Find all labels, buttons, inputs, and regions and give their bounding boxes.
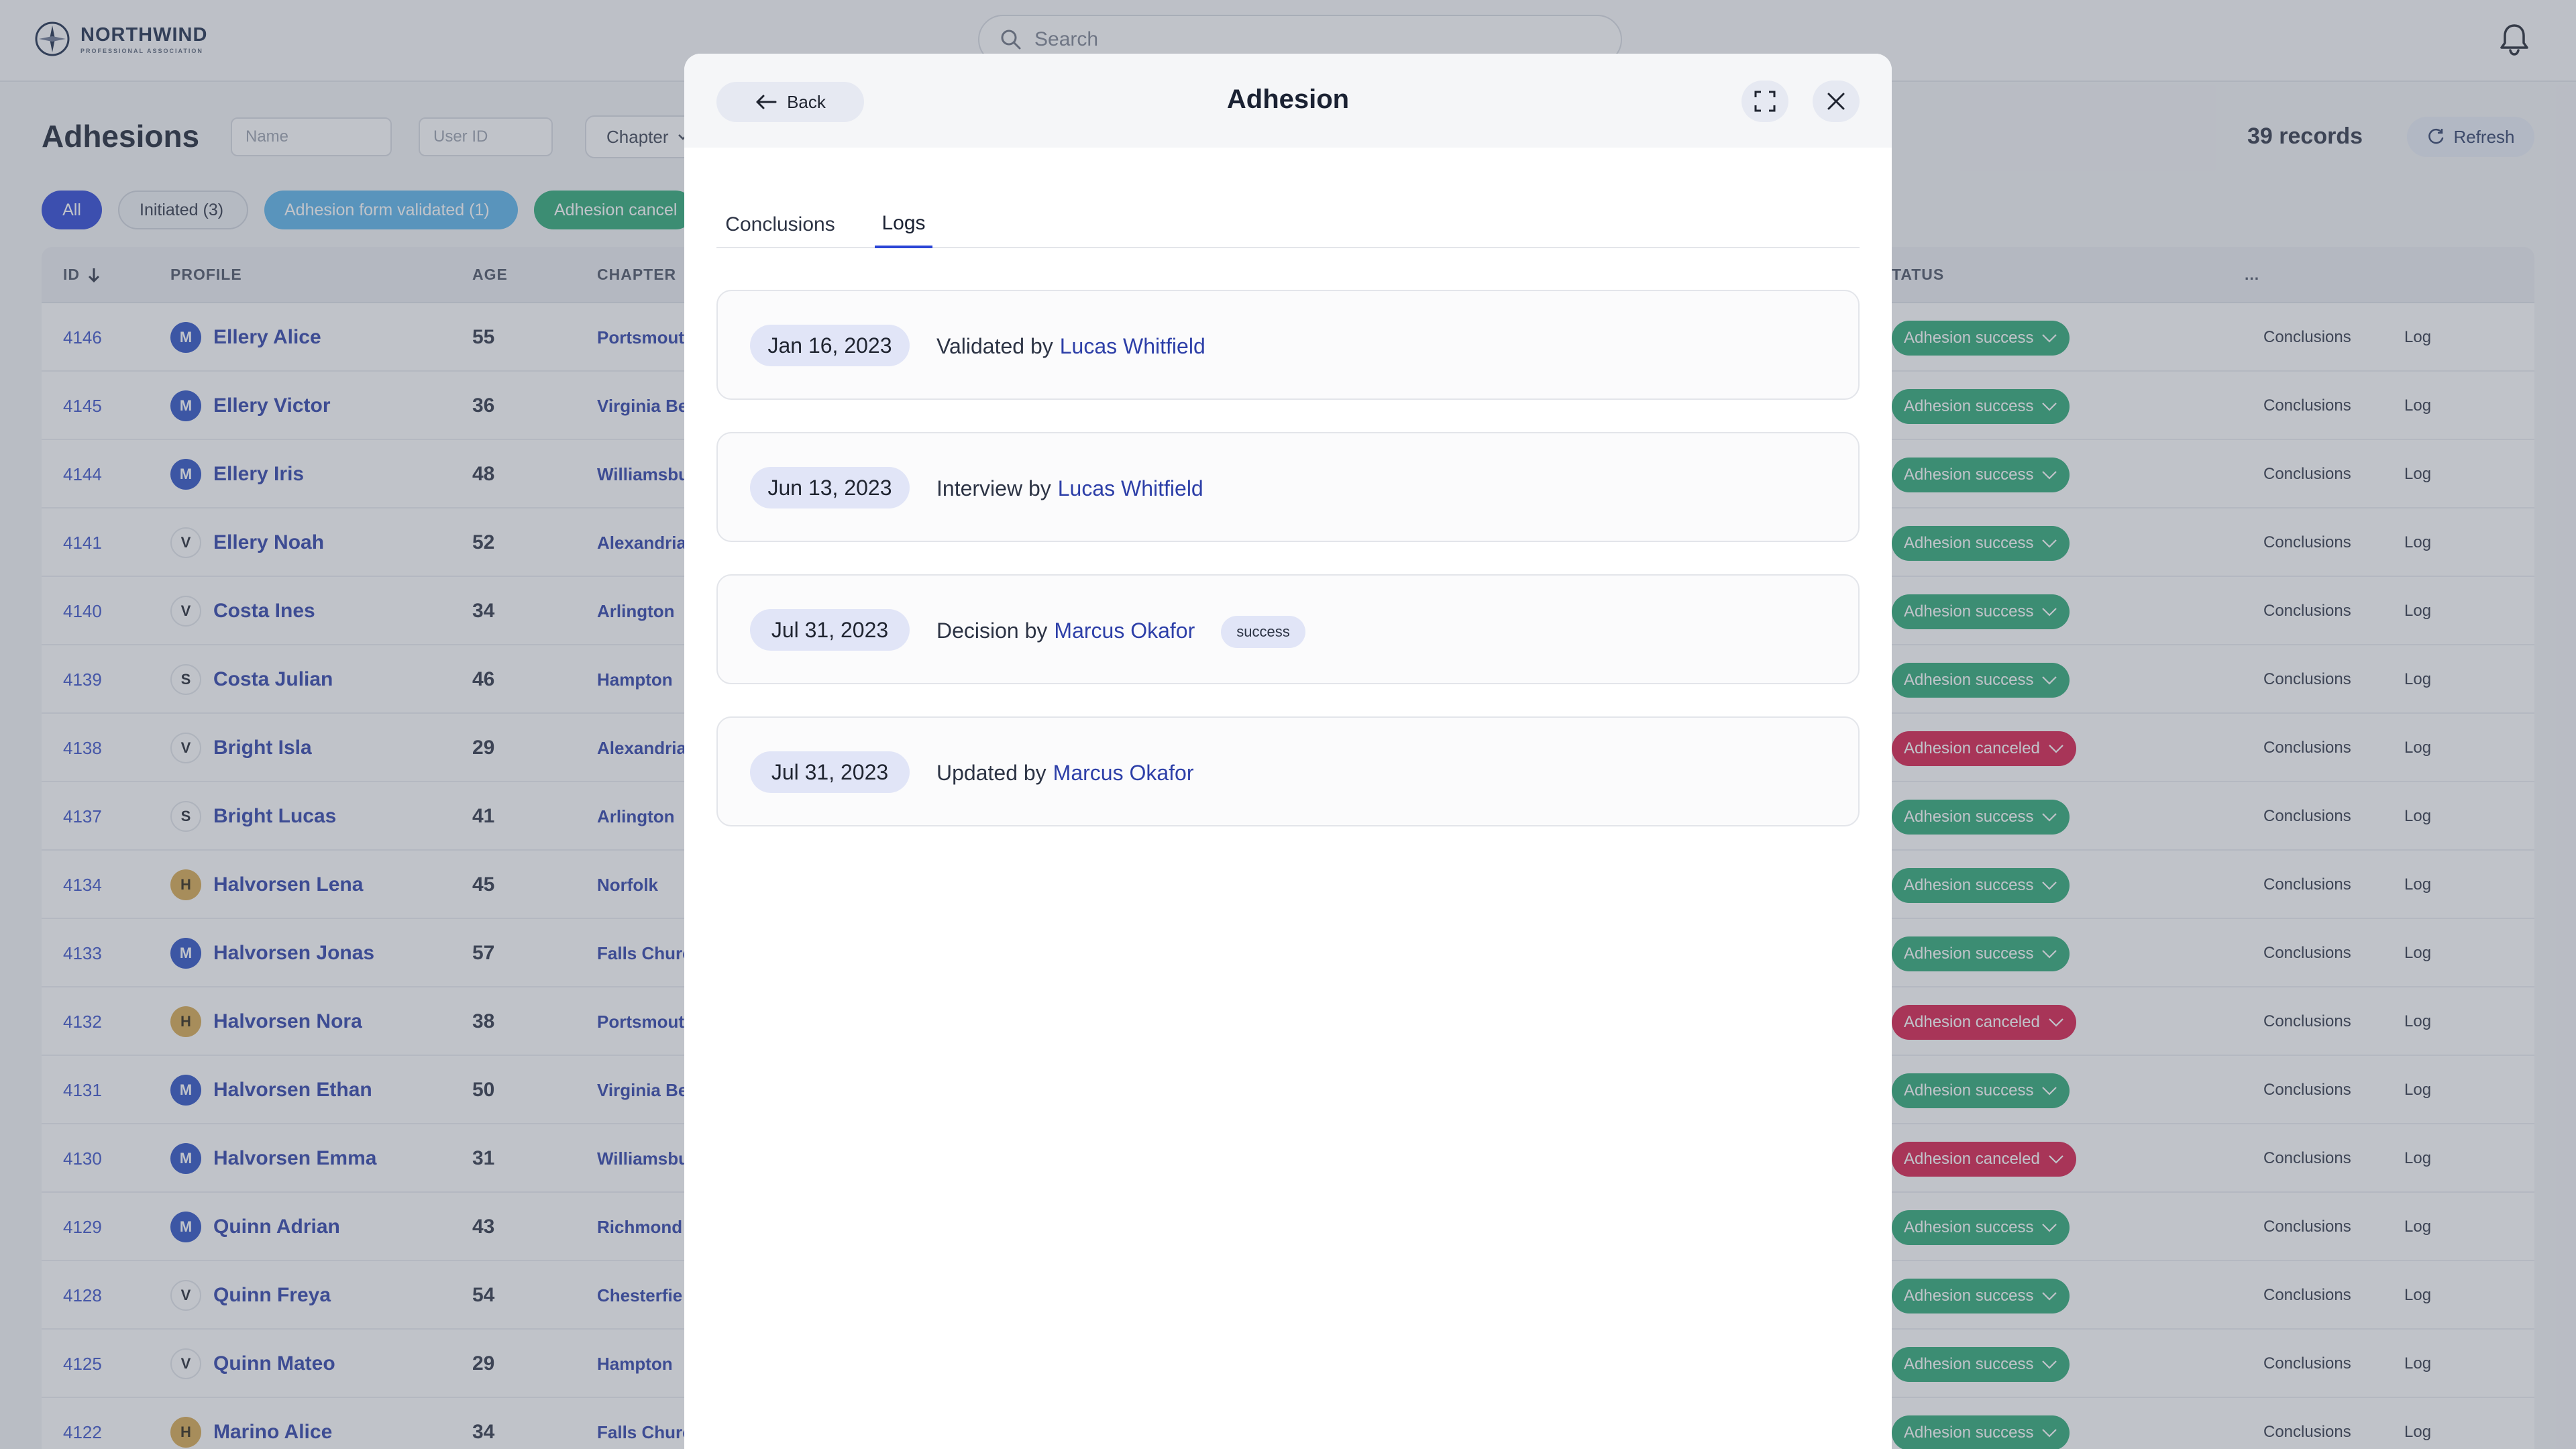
- log-user-link[interactable]: Lucas Whitfield: [1058, 476, 1203, 501]
- expand-icon: [1754, 91, 1776, 112]
- log-user-link[interactable]: Marcus Okafor: [1054, 619, 1195, 643]
- log-entry: Jul 31, 2023 Decision by Marcus Okafor succ…: [716, 574, 1860, 684]
- log-date: Jul 31, 2023: [750, 609, 910, 651]
- log-text: Updated by Marcus Okafor: [936, 761, 1194, 786]
- log-action: Decision by: [936, 619, 1048, 643]
- log-action: Validated by: [936, 334, 1053, 358]
- close-button[interactable]: [1813, 80, 1860, 122]
- log-text: Validated by Lucas Whitfield: [936, 334, 1205, 359]
- log-text: Decision by Marcus Okafor: [936, 619, 1195, 643]
- tab-conclusions[interactable]: Conclusions: [716, 201, 844, 248]
- log-status-badge: success: [1221, 616, 1305, 648]
- log-entry: Jan 16, 2023 Validated by Lucas Whitfield: [716, 290, 1860, 400]
- log-action: Updated by: [936, 761, 1046, 785]
- log-user-link[interactable]: Marcus Okafor: [1053, 761, 1194, 786]
- log-date: Jun 13, 2023: [750, 467, 910, 508]
- log-action: Interview by: [936, 476, 1051, 500]
- log-date: Jul 31, 2023: [750, 751, 910, 793]
- log-text: Interview by Lucas Whitfield: [936, 476, 1203, 501]
- log-entry: Jun 13, 2023 Interview by Lucas Whitfield: [716, 432, 1860, 542]
- modal-title: Adhesion: [1226, 85, 1350, 114]
- modal-header: Back Adhesion: [684, 54, 1892, 148]
- close-icon: [1827, 93, 1845, 110]
- log-user-link[interactable]: Lucas Whitfield: [1060, 334, 1205, 359]
- tab-logs[interactable]: Logs: [875, 201, 932, 248]
- modal-tabs: Conclusions Logs: [716, 201, 1860, 248]
- log-date: Jan 16, 2023: [750, 325, 910, 366]
- log-entry: Jul 31, 2023 Updated by Marcus Okafor: [716, 716, 1860, 826]
- adhesion-modal: Back Adhesion Conclusions Logs Jan 16, 2…: [684, 54, 1892, 1449]
- expand-button[interactable]: [1741, 80, 1788, 122]
